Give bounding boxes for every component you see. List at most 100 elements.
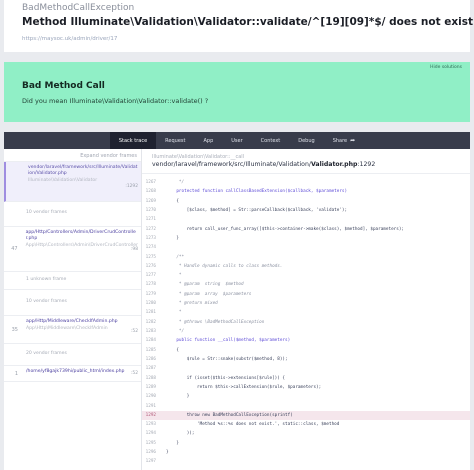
line-number[interactable]: 1269: [142, 197, 160, 206]
code-text: if (isset($this->extensions[$rule])) {: [166, 375, 285, 381]
line-number[interactable]: 1271: [142, 215, 160, 224]
hide-solutions-button[interactable]: Hide solutions: [430, 65, 462, 70]
line-number[interactable]: 1279: [142, 290, 160, 299]
line-number[interactable]: 1273: [142, 234, 160, 243]
code-line: 1283 */: [142, 327, 470, 336]
frame-method: Illuminate\Validation\Validator: [28, 178, 98, 183]
vendor-frames-collapsed[interactable]: 10 vendor frames: [4, 203, 141, 227]
line-number[interactable]: 1296: [142, 448, 160, 457]
code-line: 1267 */: [142, 178, 470, 187]
code-path-file: Validator.php: [310, 161, 358, 168]
line-number[interactable]: 1282: [142, 318, 160, 327]
frame-number: 1: [14, 370, 18, 377]
solution-description: Did you mean Illuminate\Validation\Valid…: [22, 97, 209, 105]
code-line: 1293 'Method %s::%s does not exist.', st…: [142, 420, 470, 429]
code-file-path[interactable]: vendor/laravel/framework/src/Illuminate/…: [152, 161, 460, 169]
tab-app[interactable]: App: [194, 132, 222, 149]
line-number[interactable]: 1291: [142, 402, 160, 411]
frame-number: 35: [11, 326, 18, 333]
vendor-frames-collapsed[interactable]: 10 vendor frames: [4, 290, 141, 316]
code-line: 1284 public function __call($method, $pa…: [142, 336, 470, 345]
code-line: 1291: [142, 402, 470, 411]
code-line: 1279 * @param array $parameters: [142, 290, 470, 299]
tab-share[interactable]: Share ➦: [324, 132, 364, 149]
code-line: 1287: [142, 364, 470, 373]
tab-stack-trace[interactable]: Stack trace: [109, 132, 157, 149]
code-text: }: [166, 235, 179, 241]
code-line: 1275 /**: [142, 253, 470, 262]
code-text: /**: [166, 254, 185, 260]
line-number[interactable]: 1286: [142, 355, 160, 364]
line-number[interactable]: 1272: [142, 225, 160, 234]
code-viewer: Illuminate\Validation\Validator::__call …: [142, 149, 470, 470]
exception-message: Method Illuminate\Validation\Validator::…: [22, 16, 474, 28]
tab-label: Context: [260, 137, 281, 144]
line-number[interactable]: 1274: [142, 243, 160, 252]
line-number[interactable]: 1287: [142, 364, 160, 373]
line-number[interactable]: 1292: [142, 411, 160, 420]
line-number[interactable]: 1280: [142, 299, 160, 308]
tab-label: User: [231, 137, 243, 144]
frame-line: :52: [130, 329, 138, 334]
frame-line: :1292: [125, 184, 138, 189]
frame-method: App\Http\Middleware\CheckIfAdmin: [26, 326, 108, 331]
code-line: 1274: [142, 243, 470, 252]
code-text: }: [166, 440, 179, 446]
code-line: 1289 return $this->callExtension($rule, …: [142, 383, 470, 392]
tab-label: Stack trace: [118, 137, 148, 144]
line-number[interactable]: 1290: [142, 392, 160, 401]
tab-request[interactable]: Request: [156, 132, 194, 149]
code-line: 1286 $rule = Str::snake(substr($method, …: [142, 355, 470, 364]
frame-file: /home/yf8gajk739hi/public_html/index.php: [26, 369, 125, 374]
code-text: throw new BadMethodCallException(sprintf…: [166, 412, 293, 418]
expand-vendor-frames-button[interactable]: Expand vendor frames: [4, 149, 141, 162]
code-text: * @return mixed: [166, 301, 218, 307]
tab-label: Debug: [298, 137, 315, 144]
stack-frame[interactable]: 1 /home/yf8gajk739hi/public_html/index.p…: [4, 366, 141, 382]
line-number[interactable]: 1278: [142, 280, 160, 289]
line-number[interactable]: 1283: [142, 327, 160, 336]
stack-frame[interactable]: vendor/laravel/framework/src/Illuminate/…: [4, 162, 141, 202]
line-number[interactable]: 1268: [142, 187, 160, 196]
code-text: $rule = Str::snake(substr($method, 8));: [166, 356, 288, 362]
tab-user[interactable]: User: [222, 132, 251, 149]
code-line: 1296}: [142, 448, 470, 457]
line-number[interactable]: 1285: [142, 346, 160, 355]
line-number[interactable]: 1297: [142, 457, 160, 466]
line-number[interactable]: 1277: [142, 271, 160, 280]
solution-title: Bad Method Call: [22, 81, 105, 91]
request-url[interactable]: https://maysoc.uk/admin/driver/17: [22, 36, 452, 43]
tab-context[interactable]: Context: [252, 132, 290, 149]
code-text: protected function callClassBasedExtensi…: [166, 189, 348, 195]
line-number[interactable]: 1270: [142, 206, 160, 215]
code-line: 1292 throw new BadMethodCallException(sp…: [142, 410, 470, 421]
line-number[interactable]: 1294: [142, 429, 160, 438]
vendor-frames-collapsed[interactable]: 20 vendor frames: [4, 344, 141, 366]
line-number[interactable]: 1276: [142, 262, 160, 271]
stack-frames-list: Expand vendor frames vendor/laravel/fram…: [4, 149, 142, 470]
code-line: 1282 * @throws \BadMethodCallException: [142, 318, 470, 327]
exception-class: BadMethodCallException: [22, 3, 135, 13]
stack-frame[interactable]: 47 app/Http/Controllers/Admin/DriverCrud…: [4, 227, 141, 272]
unknown-frames-collapsed[interactable]: 1 unknown frame: [4, 272, 141, 290]
line-number[interactable]: 1288: [142, 374, 160, 383]
line-number[interactable]: 1281: [142, 308, 160, 317]
stack-frame[interactable]: 35 app/Http/Middleware/CheckIfAdmin.php …: [4, 316, 141, 344]
tab-debug[interactable]: Debug: [289, 132, 323, 149]
frame-file: vendor/laravel/framework/src/Illuminate/…: [28, 165, 138, 176]
line-number[interactable]: 1284: [142, 336, 160, 345]
code-lines: 1267 */1268 protected function callClass…: [142, 178, 470, 467]
line-number[interactable]: 1295: [142, 439, 160, 448]
frame-method: App\Http\Controllers\Admin\DriverCrudCon…: [25, 243, 138, 248]
code-line: 1278 * @param string $method: [142, 280, 470, 289]
code-line: 1272 return call_user_func_array([$this-…: [142, 225, 470, 234]
code-line: 1285 {: [142, 346, 470, 355]
frame-file: app/Http/Controllers/Admin/DriverCrudCon…: [25, 230, 136, 241]
line-number[interactable]: 1293: [142, 420, 160, 429]
line-number[interactable]: 1275: [142, 253, 160, 262]
code-text: * Handle dynamic calls to class methods.: [166, 263, 283, 269]
line-number[interactable]: 1289: [142, 383, 160, 392]
line-number[interactable]: 1267: [142, 178, 160, 187]
